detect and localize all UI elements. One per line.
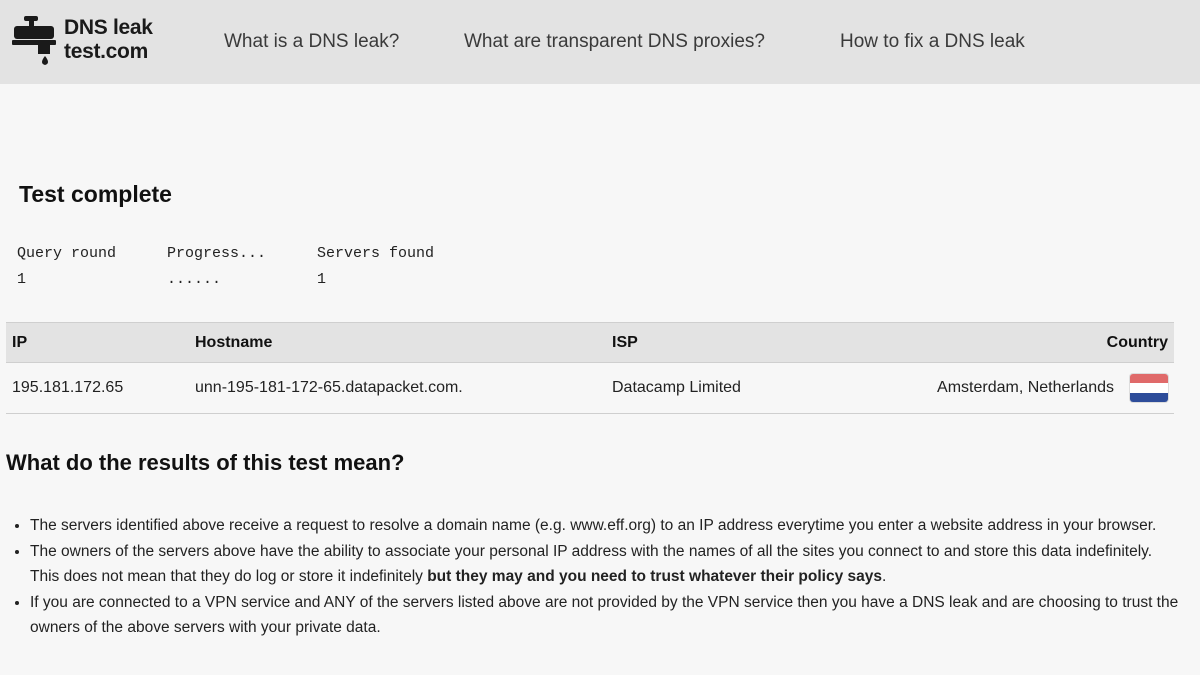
country-name: Amsterdam, Netherlands: [937, 379, 1114, 396]
column-header-hostname: Hostname: [189, 322, 606, 363]
list-item: If you are connected to a VPN service an…: [30, 590, 1180, 641]
column-header-ip: IP: [6, 322, 189, 363]
nav-link-transparent-dns-proxies[interactable]: What are transparent DNS proxies?: [464, 31, 765, 53]
logo-text-line2: test.com: [64, 40, 148, 63]
flag-stripe-white: [1130, 383, 1168, 393]
explanation-bullet-2-end: .: [882, 568, 887, 585]
results-meaning-heading: What do the results of this test mean?: [6, 450, 405, 475]
column-header-isp: ISP: [606, 322, 906, 363]
query-round-stat: Query round 1: [17, 244, 157, 296]
flag-stripe-blue: [1130, 392, 1168, 402]
dns-servers-table: IP Hostname ISP Country 195.181.172.65 u…: [6, 322, 1174, 414]
query-round-value: 1: [17, 271, 27, 288]
column-header-country: Country: [906, 322, 1174, 363]
servers-found-value: 1: [317, 271, 327, 288]
cell-ip: 195.181.172.65: [6, 362, 189, 414]
explanation-bullet-3: If you are connected to a VPN service an…: [30, 593, 1179, 637]
query-round-label: Query round: [17, 245, 117, 262]
faucet-icon: [12, 16, 56, 65]
progress-label: Progress...: [167, 245, 267, 262]
servers-found-stat: Servers found 1: [317, 244, 457, 296]
cell-country: Amsterdam, Netherlands: [906, 362, 1174, 414]
netherlands-flag-icon: [1130, 374, 1168, 402]
servers-found-label: Servers found: [317, 245, 435, 262]
logo-text-line1: DNS leak: [64, 16, 153, 39]
explanation-bullet-2-emphasis: but they may and you need to trust whate…: [427, 568, 882, 585]
flag-stripe-red: [1130, 374, 1168, 384]
cell-isp: Datacamp Limited: [606, 362, 906, 414]
progress-stat: Progress... ......: [167, 244, 307, 296]
explanation-bullet-1: The servers identified above receive a r…: [30, 517, 1157, 534]
top-navigation-bar: DNS leak test.com What is a DNS leak? Wh…: [0, 0, 1200, 84]
list-item: The owners of the servers above have the…: [30, 539, 1180, 590]
table-row: 195.181.172.65 unn-195-181-172-65.datapa…: [6, 362, 1174, 414]
explanation-list: The servers identified above receive a r…: [30, 513, 1180, 641]
site-logo[interactable]: DNS leak test.com: [12, 14, 177, 70]
test-status-title: Test complete: [19, 181, 172, 207]
progress-value: ......: [167, 271, 222, 288]
nav-link-fix-dns-leak[interactable]: How to fix a DNS leak: [840, 31, 1025, 53]
table-header-row: IP Hostname ISP Country: [6, 322, 1174, 363]
list-item: The servers identified above receive a r…: [30, 513, 1180, 539]
cell-hostname: unn-195-181-172-65.datapacket.com.: [189, 362, 606, 414]
nav-link-what-is-dns-leak[interactable]: What is a DNS leak?: [224, 31, 399, 53]
